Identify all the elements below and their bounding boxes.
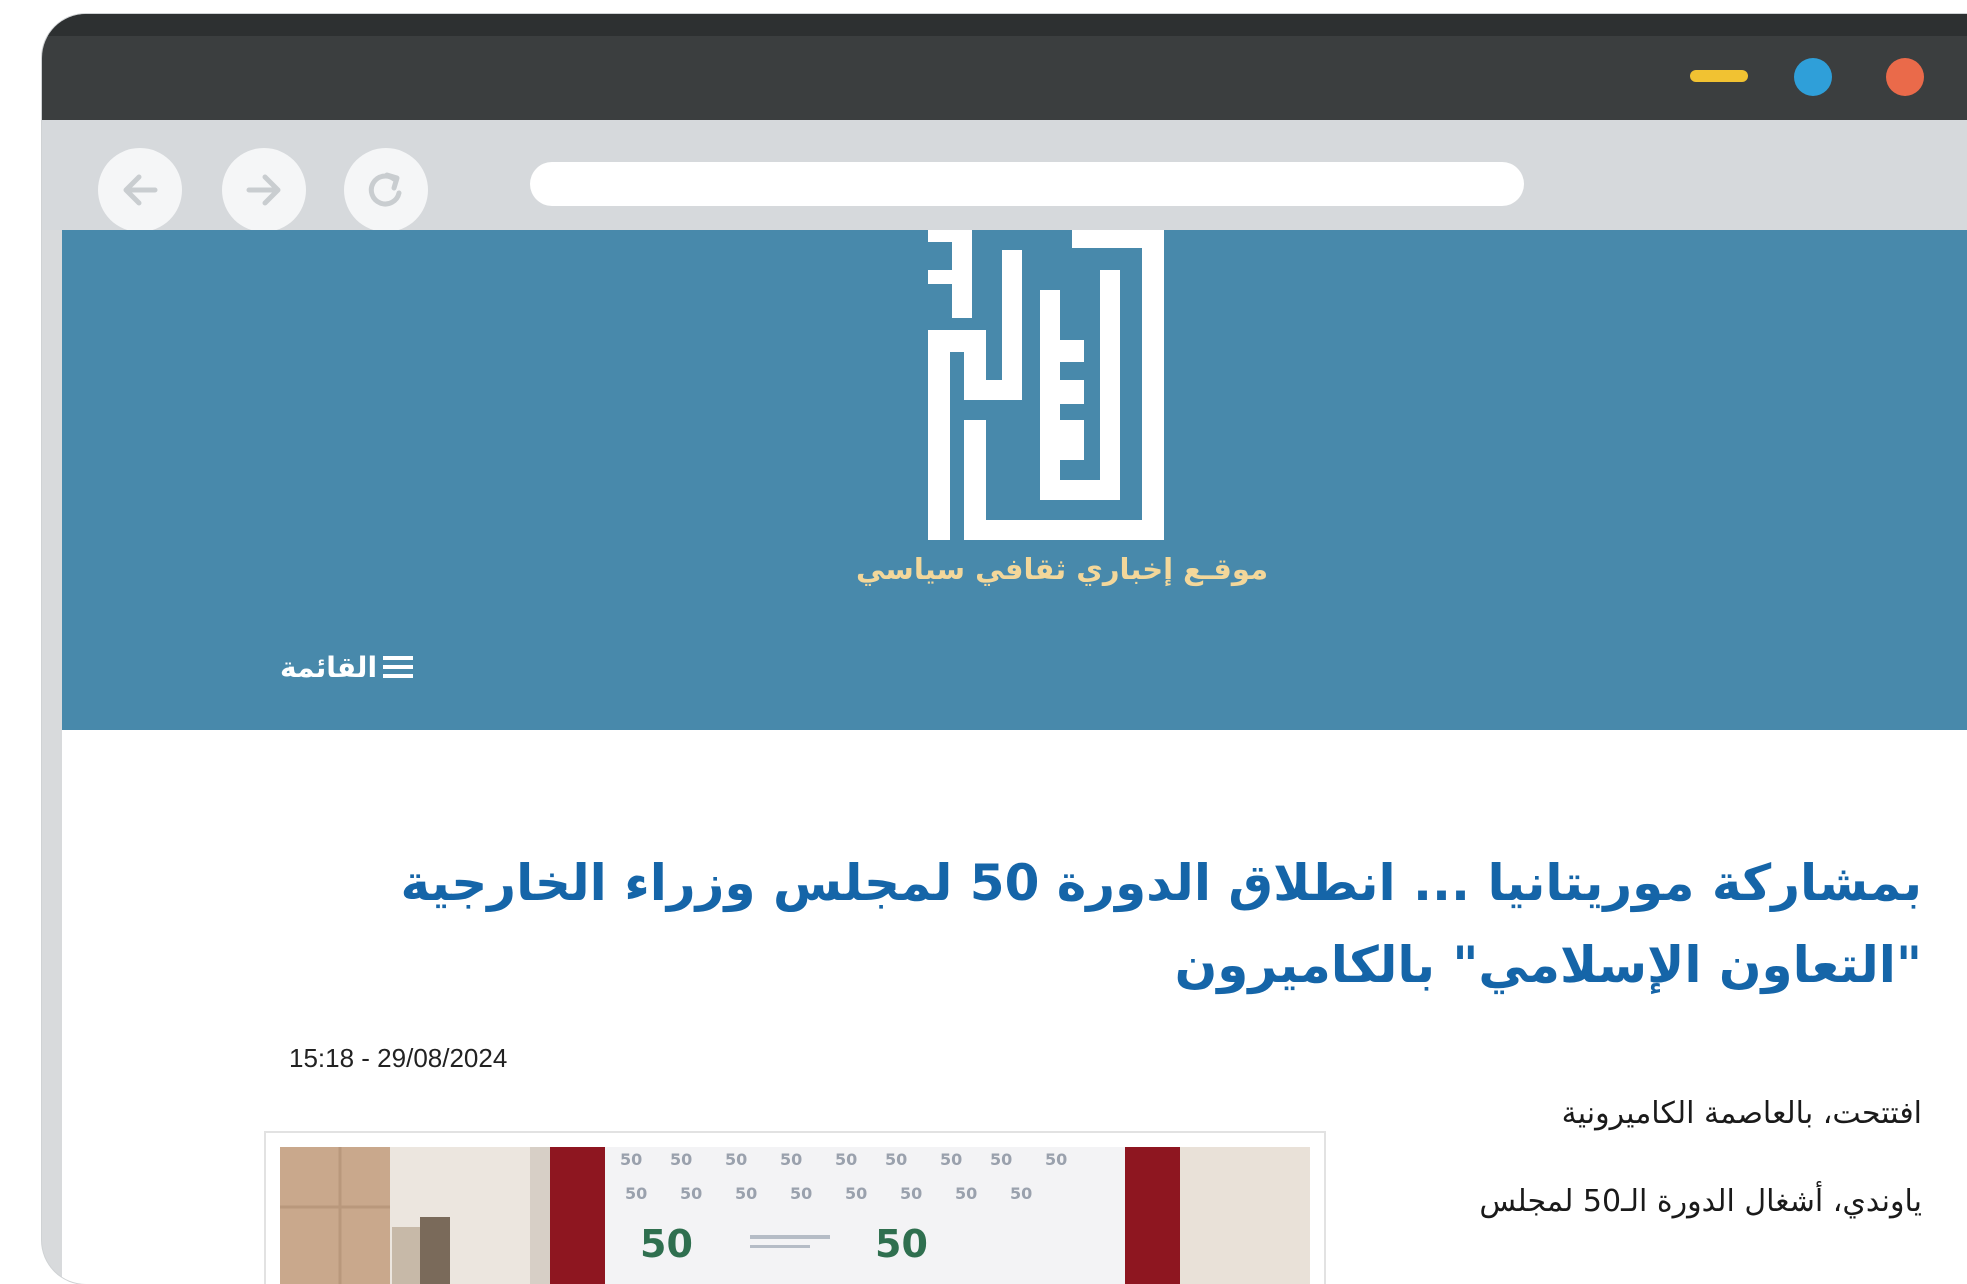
maximize-button[interactable] xyxy=(1794,58,1832,96)
svg-text:50: 50 xyxy=(680,1184,702,1203)
svg-text:50: 50 xyxy=(725,1150,747,1169)
svg-text:50: 50 xyxy=(900,1184,922,1203)
browser-toolbar xyxy=(42,120,1967,232)
site-header: موقـع إخباري ثقافي سياسي القائمة xyxy=(62,230,1967,730)
page-viewport: موقـع إخباري ثقافي سياسي القائمة بمشاركة… xyxy=(62,230,1967,1284)
svg-text:50: 50 xyxy=(955,1184,977,1203)
title-bar-strip xyxy=(42,14,1967,36)
svg-text:50: 50 xyxy=(845,1184,867,1203)
svg-text:50: 50 xyxy=(885,1150,907,1169)
svg-text:50: 50 xyxy=(640,1222,693,1266)
article-photo[interactable]: 50 50 50 50 50 50 50 50 50 50 50 50 50 50 50 50 50 … xyxy=(280,1147,1310,1284)
forward-button[interactable] xyxy=(222,148,306,232)
article-figure: 50 50 50 50 50 50 50 50 50 50 50 50 50 50 50 50 50 … xyxy=(264,1131,1326,1284)
back-button[interactable] xyxy=(98,148,182,232)
address-bar[interactable] xyxy=(530,162,1524,206)
menu-label: القائمة xyxy=(280,650,378,684)
article-title-line-1: بمشاركة موريتانيا ... انطلاق الدورة 50 ل… xyxy=(400,854,1922,912)
forward-arrow-icon xyxy=(246,174,281,206)
svg-text:50: 50 xyxy=(620,1150,642,1169)
article-paragraph-2: ياوندي، أشغال الدورة الـ50 لمجلس xyxy=(1479,1184,1922,1219)
svg-text:50: 50 xyxy=(735,1184,757,1203)
svg-text:50: 50 xyxy=(940,1150,962,1169)
article-datetime: 15:18 - 29/08/2024 xyxy=(289,1043,508,1073)
article-title: بمشاركة موريتانيا ... انطلاق الدورة 50 ل… xyxy=(292,842,1922,1006)
reload-button[interactable] xyxy=(344,148,428,232)
browser-window: موقـع إخباري ثقافي سياسي القائمة بمشاركة… xyxy=(42,14,1967,1284)
close-button[interactable] xyxy=(1886,58,1924,96)
site-tagline: موقـع إخباري ثقافي سياسي xyxy=(855,552,1269,586)
article-paragraph-1: افتتحت، بالعاصمة الكاميرونية xyxy=(1561,1096,1922,1131)
svg-text:50: 50 xyxy=(670,1150,692,1169)
svg-text:50: 50 xyxy=(990,1150,1012,1169)
back-arrow-icon xyxy=(123,174,158,206)
minimize-button[interactable] xyxy=(1690,70,1748,82)
svg-text:50: 50 xyxy=(780,1150,802,1169)
article-title-line-2: "التعاون الإسلامي" بالكاميرون xyxy=(1174,936,1922,994)
svg-text:50: 50 xyxy=(1010,1184,1032,1203)
hamburger-menu-icon xyxy=(383,656,414,678)
svg-text:50: 50 xyxy=(790,1184,812,1203)
svg-text:50: 50 xyxy=(625,1184,647,1203)
svg-text:50: 50 xyxy=(1045,1150,1067,1169)
svg-text:50: 50 xyxy=(835,1150,857,1169)
reload-icon xyxy=(368,172,402,207)
title-bar xyxy=(42,14,1967,120)
menu-button[interactable]: القائمة xyxy=(280,647,414,687)
svg-text:50: 50 xyxy=(875,1222,928,1266)
